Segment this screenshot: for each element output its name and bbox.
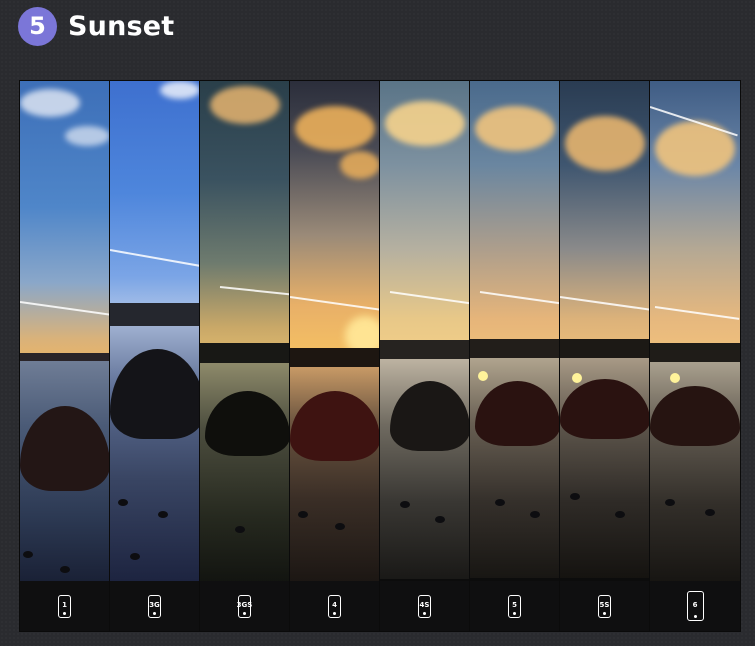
device-label-bar: 5S xyxy=(560,581,649,631)
device-label-bar: 3GS xyxy=(200,581,289,631)
device-model-label: 4 xyxy=(332,601,337,609)
sunset-photo xyxy=(290,81,379,587)
device-label-bar: 1 xyxy=(20,581,109,631)
device-label-bar: 6 xyxy=(650,581,740,631)
sunset-photo xyxy=(380,81,469,581)
sunset-photo xyxy=(200,81,289,583)
phone-icon: 3G xyxy=(148,594,161,618)
sunset-photo xyxy=(560,81,649,581)
device-label-bar: 4S xyxy=(380,581,469,631)
sunset-photo xyxy=(650,81,740,582)
device-label-bar: 3G xyxy=(110,581,199,631)
photo-panel[interactable]: 3G xyxy=(110,81,200,631)
device-model-label: 5 xyxy=(512,601,517,609)
device-model-label: 3GS xyxy=(236,601,253,609)
photo-panel[interactable]: 5 xyxy=(470,81,560,631)
section-header: 5 Sunset xyxy=(18,6,174,46)
phone-icon: 4 xyxy=(328,594,341,618)
photo-panel[interactable]: 4 xyxy=(290,81,380,631)
device-model-label: 1 xyxy=(62,601,67,609)
device-model-label: 6 xyxy=(692,601,698,609)
photo-comparison-gallery: 1 3G 3GS 4 4S 5 5S 6 xyxy=(19,80,741,632)
device-label-bar: 4 xyxy=(290,581,379,631)
device-model-label: 4S xyxy=(419,601,430,609)
photo-panel[interactable]: 3GS xyxy=(200,81,290,631)
device-label-bar: 5 xyxy=(470,581,559,631)
phone-icon: 4S xyxy=(418,594,431,618)
photo-panel[interactable]: 6 xyxy=(650,81,740,631)
section-number-badge: 5 xyxy=(18,6,57,46)
phone-icon: 6 xyxy=(686,591,704,621)
photo-panel[interactable]: 1 xyxy=(20,81,110,631)
sunset-photo xyxy=(110,81,199,581)
device-model-label: 5S xyxy=(599,601,610,609)
phone-icon: 5 xyxy=(508,594,521,618)
sunset-photo xyxy=(20,81,109,581)
sunset-photo xyxy=(470,81,559,581)
phone-icon: 3GS xyxy=(236,594,253,618)
photo-panel[interactable]: 5S xyxy=(560,81,650,631)
photo-panel[interactable]: 4S xyxy=(380,81,470,631)
phone-icon: 5S xyxy=(598,594,611,618)
phone-icon: 1 xyxy=(58,594,71,618)
section-title: Sunset xyxy=(68,10,175,42)
device-model-label: 3G xyxy=(149,601,160,609)
